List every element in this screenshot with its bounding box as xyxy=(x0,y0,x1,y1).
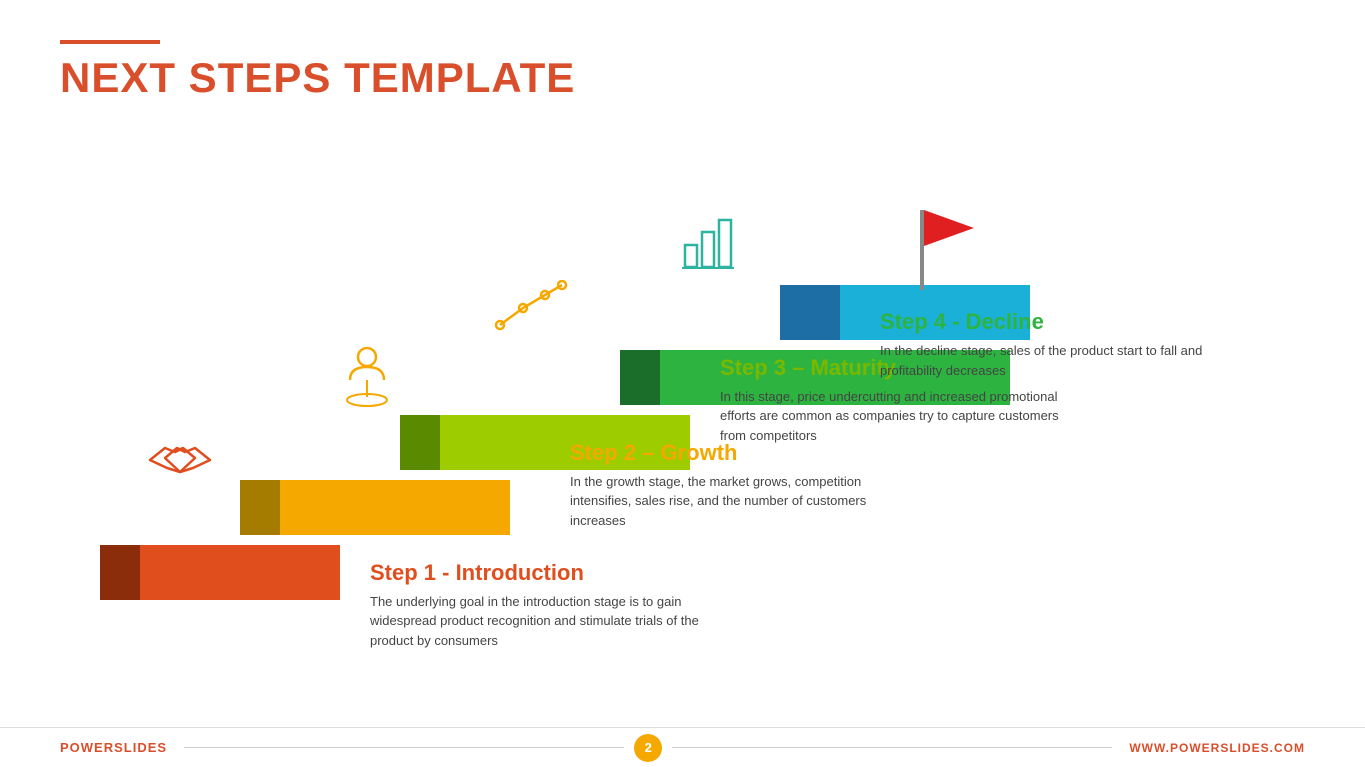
page-title: NEXT STEPS TEMPLATE xyxy=(60,54,575,102)
page-number: 2 xyxy=(634,734,662,762)
brand-black: POWER xyxy=(60,740,114,755)
step2-text: Step 2 – Growth In the growth stage, the… xyxy=(570,440,920,531)
step1-bar-main xyxy=(140,545,340,600)
footer-center: 2 xyxy=(184,734,1112,762)
step1-bar-dark xyxy=(100,545,140,600)
flag-container xyxy=(900,210,924,290)
header-accent-line xyxy=(60,40,160,44)
step5-bar-dark xyxy=(780,285,840,340)
step1-bar xyxy=(100,545,340,600)
step2-bar-dark xyxy=(240,480,280,535)
line-chart-icon xyxy=(490,280,570,345)
step1-title: Step 1 - Introduction xyxy=(370,560,720,586)
handshake-icon-container xyxy=(145,430,215,495)
person-icon-container xyxy=(340,345,395,420)
step2-desc: In the growth stage, the market grows, c… xyxy=(570,472,920,531)
title-black: NEXT STEPS xyxy=(60,54,344,101)
step2-bar xyxy=(240,480,510,535)
title-red: TEMPLATE xyxy=(344,54,575,101)
flag-icon xyxy=(924,210,984,255)
footer-line-right xyxy=(672,747,1112,748)
step1-desc: The underlying goal in the introduction … xyxy=(370,592,720,651)
footer-brand: POWERSLIDES xyxy=(60,740,167,755)
step2-bar-main xyxy=(280,480,510,535)
footer-line-left xyxy=(184,747,624,748)
bar-chart-icon xyxy=(680,210,745,275)
header: NEXT STEPS TEMPLATE xyxy=(60,40,575,102)
step4-bar-dark xyxy=(620,350,660,405)
person-icon xyxy=(340,345,395,415)
footer: POWERSLIDES 2 WWW.POWERSLIDES.COM xyxy=(0,727,1365,767)
brand-red: SLIDES xyxy=(114,740,167,755)
footer-website: WWW.POWERSLIDES.COM xyxy=(1129,741,1305,755)
step3-bar-dark xyxy=(400,415,440,470)
line-chart-icon-container xyxy=(490,280,570,350)
handshake-icon xyxy=(145,430,215,490)
step4-title: Step 4 - Decline xyxy=(880,309,1230,335)
step1-text: Step 1 - Introduction The underlying goa… xyxy=(370,560,720,651)
step3-desc: In this stage, price undercutting and in… xyxy=(720,387,1070,446)
step4-desc: In the decline stage, sales of the produ… xyxy=(880,341,1230,380)
step4-text: Step 4 - Decline In the decline stage, s… xyxy=(880,309,1230,380)
main-content: Step 1 - Introduction The underlying goa… xyxy=(0,150,1365,710)
bar-chart-icon-container xyxy=(680,210,745,280)
